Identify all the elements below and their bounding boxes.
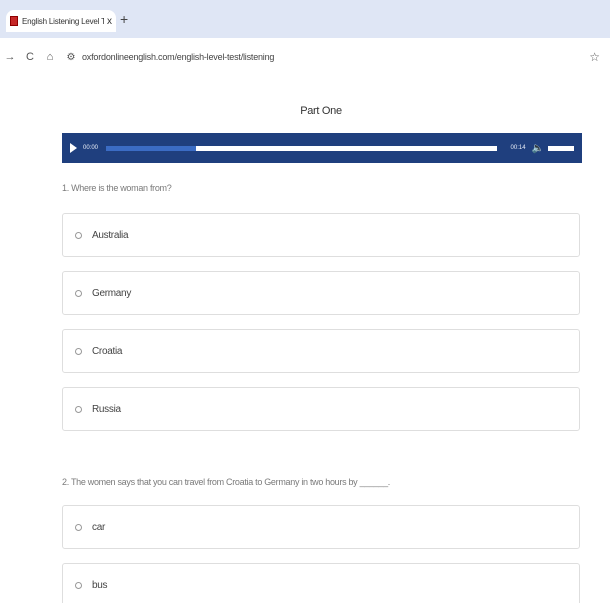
option-germany[interactable]: Germany: [62, 271, 580, 315]
option-label: Russia: [92, 403, 121, 415]
question-1-text: 1. Where is the woman from?: [62, 183, 172, 193]
site-settings-icon[interactable]: ⚙: [64, 52, 78, 63]
audio-progress-fill: [106, 145, 196, 151]
browser-tab[interactable]: English Listening Level Test - O x: [6, 10, 116, 32]
browser-tab-strip: English Listening Level Test - O x +: [0, 0, 610, 38]
option-label: Australia: [92, 229, 129, 241]
option-label: Germany: [92, 287, 132, 299]
tab-title: English Listening Level Test - O: [22, 16, 104, 26]
radio-button[interactable]: [75, 289, 82, 297]
option-label: Croatia: [92, 345, 123, 357]
part-title: Part One: [300, 105, 342, 117]
play-icon[interactable]: [70, 143, 77, 153]
volume-slider[interactable]: [548, 145, 574, 151]
option-australia[interactable]: Australia: [62, 213, 580, 257]
radio-button[interactable]: [75, 523, 82, 531]
audio-progress-bar[interactable]: [106, 145, 497, 151]
duration-time: 00:14: [510, 145, 526, 151]
site-favicon-icon: [10, 16, 18, 26]
radio-button[interactable]: [75, 347, 82, 355]
question-2-text: 2. The women says that you can travel fr…: [62, 477, 391, 487]
option-bus[interactable]: bus: [62, 563, 580, 603]
radio-button[interactable]: [75, 581, 82, 589]
radio-button[interactable]: [75, 405, 82, 413]
option-label: bus: [92, 579, 108, 591]
forward-arrow-icon[interactable]: →: [2, 51, 18, 63]
radio-button[interactable]: [75, 231, 82, 239]
audio-player: 00:00 00:14 🔈: [62, 133, 582, 163]
new-tab-icon[interactable]: +: [120, 11, 128, 27]
home-icon[interactable]: ⌂: [42, 51, 58, 63]
address-bar[interactable]: oxfordonlineenglish.com/english-level-te…: [82, 52, 589, 62]
option-russia[interactable]: Russia: [62, 387, 580, 431]
current-time: 00:00: [83, 145, 99, 151]
option-label: car: [92, 521, 105, 533]
browser-toolbar: → C ⌂ ⚙ oxfordonlineenglish.com/english-…: [0, 38, 610, 76]
tab-close-icon[interactable]: x: [107, 16, 112, 27]
option-car[interactable]: car: [62, 505, 580, 549]
bookmark-star-icon[interactable]: ☆: [589, 50, 600, 64]
reload-icon[interactable]: C: [22, 51, 38, 63]
volume-icon[interactable]: 🔈: [532, 143, 544, 154]
option-croatia[interactable]: Croatia: [62, 329, 580, 373]
